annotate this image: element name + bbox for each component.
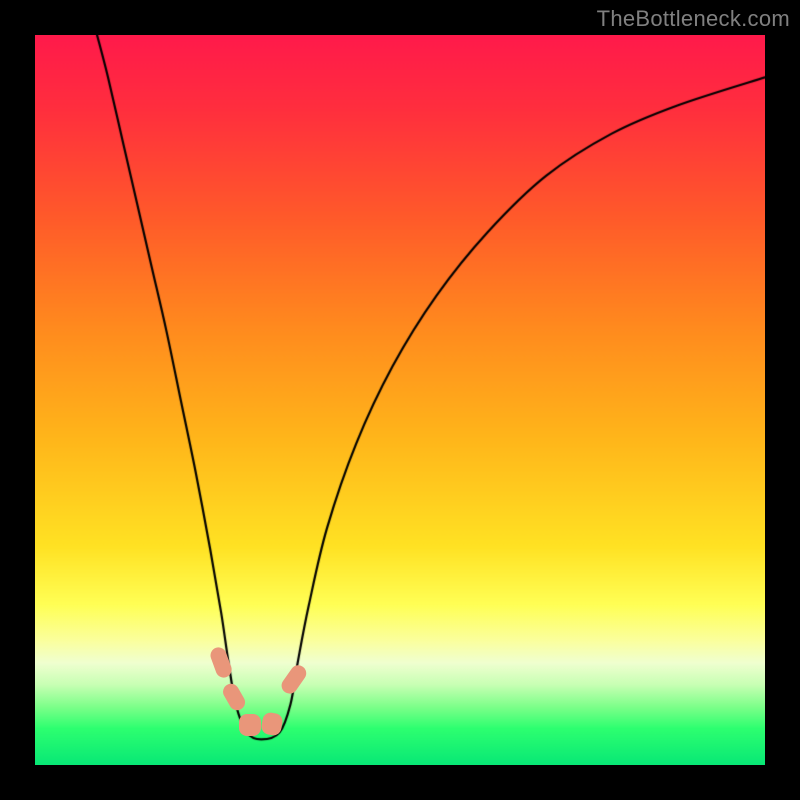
curve-marker: [239, 714, 261, 736]
watermark-label: TheBottleneck.com: [597, 6, 790, 32]
plot-area: [35, 35, 765, 765]
bottleneck-curve: [35, 35, 765, 765]
chart-frame: TheBottleneck.com: [0, 0, 800, 800]
